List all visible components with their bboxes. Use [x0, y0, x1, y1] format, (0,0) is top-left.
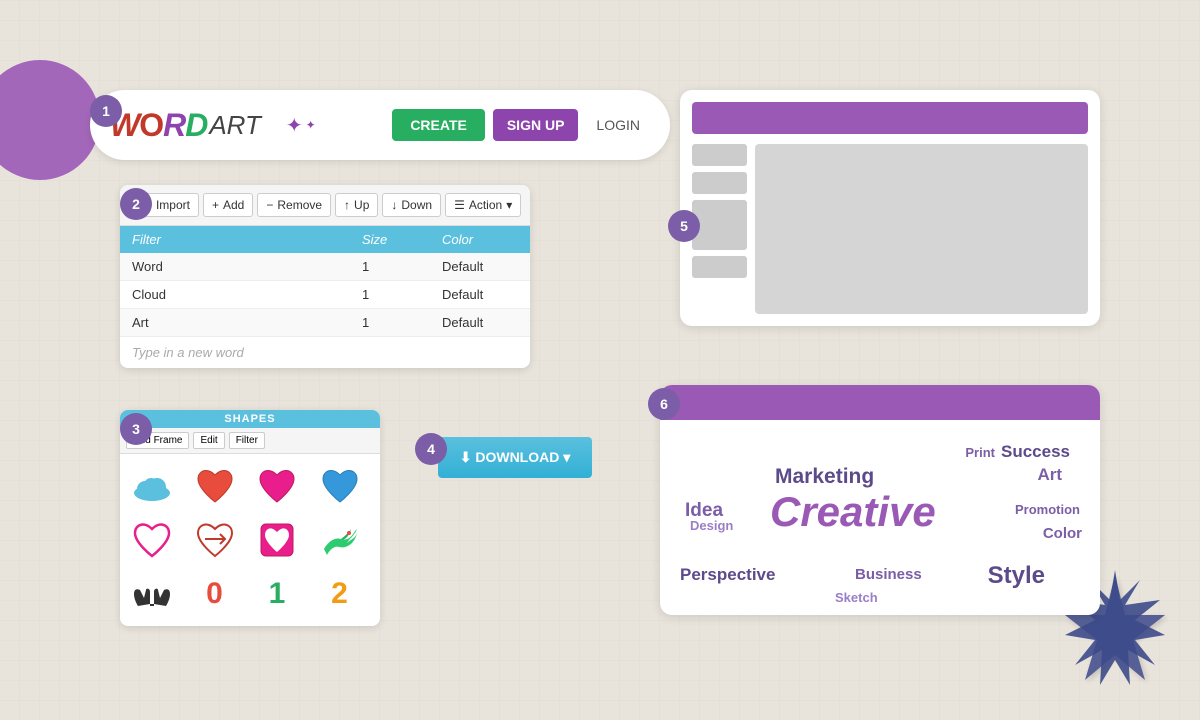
add-button[interactable]: + Add [203, 193, 253, 217]
cloud-word-design: Design [690, 518, 733, 533]
step-badge-6: 6 [648, 388, 680, 420]
chevron-down-icon: ▾ [506, 198, 512, 212]
word-cell: Cloud [120, 281, 350, 308]
cloud-word-perspective: Perspective [680, 565, 775, 585]
shape-cloud[interactable] [126, 460, 178, 512]
shape-heart-arrow[interactable] [189, 514, 241, 566]
sidebar-item-4 [692, 256, 747, 278]
shape-heart-box[interactable] [251, 514, 303, 566]
shape-heart-blue[interactable] [314, 460, 366, 512]
word-cell: Art [120, 309, 350, 336]
up-button[interactable]: ↑ Up [335, 193, 378, 217]
table-row: Cloud 1 Default [120, 281, 530, 309]
shape-zero[interactable]: 0 [189, 568, 241, 620]
preview-content [692, 144, 1088, 314]
down-button[interactable]: ↓ Down [382, 193, 441, 217]
bg-circle-decoration [0, 60, 100, 180]
cloud-word-success: Success [1001, 442, 1070, 462]
preview-sidebar [692, 144, 747, 314]
add-icon: + [212, 198, 219, 212]
remove-button[interactable]: − Remove [257, 193, 331, 217]
action-button[interactable]: ☰ Action ▾ [445, 193, 521, 217]
action-icon: ☰ [454, 198, 465, 212]
shapes-grid: 0 1 2 [120, 454, 380, 626]
color-cell: Default [430, 281, 530, 308]
wordart-logo: WORD ART ✦ ✦ [110, 107, 392, 144]
table-row: Word 1 Default [120, 253, 530, 281]
step-badge-3: 3 [120, 413, 152, 445]
shape-heart-outline[interactable] [126, 514, 178, 566]
step-badge-4: 4 [415, 433, 447, 465]
download-button[interactable]: ⬇ DOWNLOAD ▾ [438, 437, 593, 478]
cloud-word-creative: Creative [770, 488, 936, 536]
cloud-header-bar [660, 385, 1100, 420]
shape-bird[interactable] [314, 514, 366, 566]
shape-heart-pink[interactable] [251, 460, 303, 512]
cloud-word-business: Business [855, 566, 922, 583]
size-cell: 1 [350, 309, 430, 336]
logo-art: ART [209, 110, 261, 141]
word-cloud-panel: Print Success Marketing Art Idea Design … [660, 385, 1100, 615]
color-header: Color [430, 226, 530, 253]
down-icon: ↓ [391, 198, 397, 212]
sparkle-icon: ✦ [286, 113, 303, 138]
wordart-nav-panel: WORD ART ✦ ✦ CREATE SIGN UP LOGIN [90, 90, 670, 160]
sparkle-sm-icon: ✦ [306, 118, 316, 132]
word-cell: Word [120, 253, 350, 280]
preview-main-area [755, 144, 1088, 314]
word-table-panel: 📋 Import + Add − Remove ↑ Up ↓ Down ☰ Ac… [120, 185, 530, 368]
cloud-word-style: Style [988, 562, 1045, 590]
logo-text: WORD [110, 107, 207, 144]
cloud-word-marketing: Marketing [775, 465, 874, 489]
new-word-input[interactable]: Type in a new word [120, 337, 530, 368]
shapes-panel: SHAPES Add Frame Edit Filter [120, 410, 380, 626]
shapes-toolbar: Add Frame Edit Filter [120, 428, 380, 454]
table-header: Filter Size Color [120, 226, 530, 253]
table-toolbar: 📋 Import + Add − Remove ↑ Up ↓ Down ☰ Ac… [120, 185, 530, 226]
nav-buttons: CREATE SIGN UP LOGIN [392, 109, 650, 141]
up-icon: ↑ [344, 198, 350, 212]
size-cell: 1 [350, 281, 430, 308]
cloud-word-color: Color [1043, 525, 1082, 542]
filter-header: Filter [120, 226, 350, 253]
size-header: Size [350, 226, 430, 253]
cloud-word-sketch: Sketch [835, 590, 878, 605]
shape-heart-red[interactable] [189, 460, 241, 512]
step-badge-5: 5 [668, 210, 700, 242]
sidebar-item-2 [692, 172, 747, 194]
create-button[interactable]: CREATE [392, 109, 485, 141]
step-badge-1: 1 [90, 95, 122, 127]
cloud-word-art: Art [1037, 465, 1062, 485]
sidebar-item-3 [692, 200, 747, 250]
signup-button[interactable]: SIGN UP [493, 109, 579, 141]
sidebar-item-1 [692, 144, 747, 166]
login-button[interactable]: LOGIN [586, 109, 650, 141]
cloud-word-print: Print [965, 445, 995, 460]
size-cell: 1 [350, 253, 430, 280]
shape-two[interactable]: 2 [314, 568, 366, 620]
filter-shape-button[interactable]: Filter [229, 432, 265, 449]
shape-one[interactable]: 1 [251, 568, 303, 620]
cloud-word-promotion: Promotion [1015, 502, 1080, 517]
color-cell: Default [430, 309, 530, 336]
table-row: Art 1 Default [120, 309, 530, 337]
step-badge-2: 2 [120, 188, 152, 220]
word-cloud: Print Success Marketing Art Idea Design … [660, 420, 1100, 615]
download-panel: ⬇ DOWNLOAD ▾ [415, 430, 615, 485]
shape-hands[interactable] [126, 568, 178, 620]
shapes-title: SHAPES [120, 410, 380, 428]
minus-icon: − [266, 198, 273, 212]
edit-shape-button[interactable]: Edit [193, 432, 224, 449]
color-cell: Default [430, 253, 530, 280]
preview-panel [680, 90, 1100, 326]
preview-header-bar [692, 102, 1088, 134]
